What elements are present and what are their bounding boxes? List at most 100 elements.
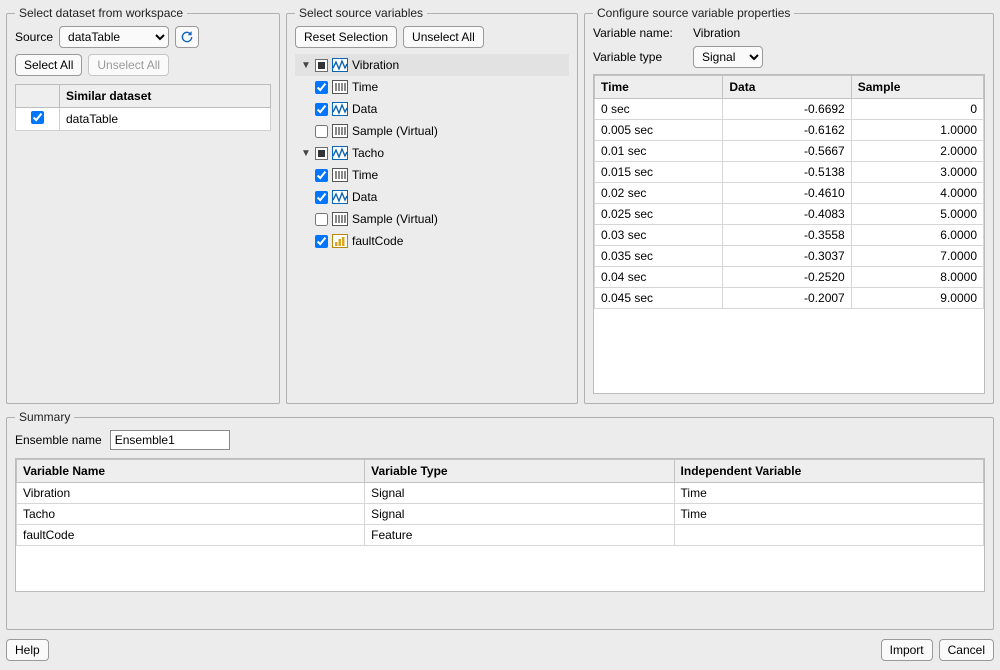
table-row[interactable]: 0 sec-0.66920	[595, 99, 984, 120]
cell-variable-name: faultCode	[17, 525, 365, 546]
tree-node-label: Data	[352, 102, 377, 116]
expander-icon[interactable]: ▼	[301, 60, 311, 70]
summary-grid: Variable Name Variable Type Independent …	[16, 459, 984, 546]
tri-state-checkbox[interactable]	[315, 147, 328, 160]
select-dataset-panel: Select dataset from workspace Source dat…	[6, 6, 280, 404]
cell-time: 0.045 sec	[595, 288, 723, 309]
cell-sample: 0	[851, 99, 983, 120]
table-row[interactable]: 0.045 sec-0.20079.0000	[595, 288, 984, 309]
iv-icon	[332, 124, 348, 138]
grid-col-data[interactable]: Data	[723, 76, 851, 99]
unselect-all-sources-button[interactable]: Unselect All	[403, 26, 484, 48]
tree-node-tac-data[interactable]: Data	[295, 186, 569, 208]
cell-data: -0.2007	[723, 288, 851, 309]
tree-node-label: Time	[352, 168, 378, 182]
tree-checkbox[interactable]	[315, 125, 328, 138]
dataset-row-checkbox[interactable]	[31, 111, 44, 124]
tree-checkbox[interactable]	[315, 169, 328, 182]
grid-col-sample[interactable]: Sample	[851, 76, 983, 99]
unselect-all-button[interactable]: Unselect All	[88, 54, 169, 76]
table-row[interactable]: 0.01 sec-0.56672.0000	[595, 141, 984, 162]
source-dropdown[interactable]: dataTable	[59, 26, 169, 48]
tree-node-tac-sample[interactable]: Sample (Virtual)	[295, 208, 569, 230]
signal-icon	[332, 146, 348, 160]
table-row[interactable]: 0.04 sec-0.25208.0000	[595, 267, 984, 288]
summary-col-name[interactable]: Variable Name	[17, 460, 365, 483]
cell-sample: 9.0000	[851, 288, 983, 309]
tree-node-label: Sample (Virtual)	[352, 212, 438, 226]
configure-properties-panel: Configure source variable properties Var…	[584, 6, 994, 404]
cell-data: -0.6692	[723, 99, 851, 120]
cell-variable-type: Signal	[365, 483, 674, 504]
help-button[interactable]: Help	[6, 639, 49, 661]
table-row[interactable]: faultCodeFeature	[17, 525, 984, 546]
dataset-table: Similar dataset dataTable	[15, 84, 271, 131]
table-row[interactable]: 0.035 sec-0.30377.0000	[595, 246, 984, 267]
expander-icon[interactable]: ▼	[301, 148, 311, 158]
cell-variable-name: Tacho	[17, 504, 365, 525]
tree-node-vib-sample[interactable]: Sample (Virtual)	[295, 120, 569, 142]
variable-type-dropdown[interactable]: Signal	[693, 46, 763, 68]
iv-icon	[332, 212, 348, 226]
tree-checkbox[interactable]	[315, 213, 328, 226]
dataset-row-checkbox-cell[interactable]	[16, 108, 60, 131]
source-label: Source	[15, 30, 53, 44]
tree-node-faultcode[interactable]: faultCode	[295, 230, 569, 252]
cell-time: 0.01 sec	[595, 141, 723, 162]
cell-time: 0.025 sec	[595, 204, 723, 225]
select-all-button[interactable]: Select All	[15, 54, 82, 76]
import-button[interactable]: Import	[881, 639, 933, 661]
configure-properties-title: Configure source variable properties	[593, 6, 794, 20]
tree-node-vibration[interactable]: ▼Vibration	[295, 54, 569, 76]
tree-checkbox[interactable]	[315, 235, 328, 248]
table-row[interactable]: 0.015 sec-0.51383.0000	[595, 162, 984, 183]
tree-node-vib-data[interactable]: Data	[295, 98, 569, 120]
cancel-button[interactable]: Cancel	[939, 639, 994, 661]
table-row[interactable]: VibrationSignalTime	[17, 483, 984, 504]
grid-col-time[interactable]: Time	[595, 76, 723, 99]
tree-checkbox[interactable]	[315, 81, 328, 94]
dataset-check-header	[16, 85, 60, 108]
table-row[interactable]: 0.02 sec-0.46104.0000	[595, 183, 984, 204]
summary-col-type[interactable]: Variable Type	[365, 460, 674, 483]
signal-icon	[332, 190, 348, 204]
cell-independent-variable	[674, 525, 983, 546]
summary-panel: Summary Ensemble name Variable Name Vari…	[6, 410, 994, 630]
cell-time: 0.005 sec	[595, 120, 723, 141]
cell-independent-variable: Time	[674, 483, 983, 504]
tree-node-tacho[interactable]: ▼Tacho	[295, 142, 569, 164]
table-row[interactable]: TachoSignalTime	[17, 504, 984, 525]
reset-selection-button[interactable]: Reset Selection	[295, 26, 397, 48]
tree-node-label: Time	[352, 80, 378, 94]
source-variables-tree[interactable]: ▼Vibration Time Data Sample (Virtual) ▼Tacho…	[295, 54, 569, 252]
dataset-row-name: dataTable	[60, 108, 271, 131]
tree-checkbox[interactable]	[315, 103, 328, 116]
table-row[interactable]: 0.03 sec-0.35586.0000	[595, 225, 984, 246]
cell-time: 0.035 sec	[595, 246, 723, 267]
cell-time: 0.04 sec	[595, 267, 723, 288]
tree-node-label: Sample (Virtual)	[352, 124, 438, 138]
summary-col-iv[interactable]: Independent Variable	[674, 460, 983, 483]
select-dataset-title: Select dataset from workspace	[15, 6, 187, 20]
cell-time: 0.03 sec	[595, 225, 723, 246]
tree-node-vib-time[interactable]: Time	[295, 76, 569, 98]
tree-checkbox[interactable]	[315, 191, 328, 204]
iv-icon	[332, 168, 348, 182]
tree-node-label: Data	[352, 190, 377, 204]
refresh-button[interactable]	[175, 26, 199, 48]
cell-sample: 1.0000	[851, 120, 983, 141]
tree-node-tac-time[interactable]: Time	[295, 164, 569, 186]
select-sources-panel: Select source variables Reset Selection …	[286, 6, 578, 404]
cell-sample: 6.0000	[851, 225, 983, 246]
ensemble-name-label: Ensemble name	[15, 433, 102, 447]
table-row[interactable]: dataTable	[16, 108, 271, 131]
table-row[interactable]: 0.005 sec-0.61621.0000	[595, 120, 984, 141]
cell-variable-type: Signal	[365, 504, 674, 525]
ensemble-name-input[interactable]	[110, 430, 230, 450]
iv-icon	[332, 80, 348, 94]
cell-data: -0.5138	[723, 162, 851, 183]
tri-state-checkbox[interactable]	[315, 59, 328, 72]
dataset-similar-header: Similar dataset	[60, 85, 271, 108]
table-row[interactable]: 0.025 sec-0.40835.0000	[595, 204, 984, 225]
cell-time: 0 sec	[595, 99, 723, 120]
